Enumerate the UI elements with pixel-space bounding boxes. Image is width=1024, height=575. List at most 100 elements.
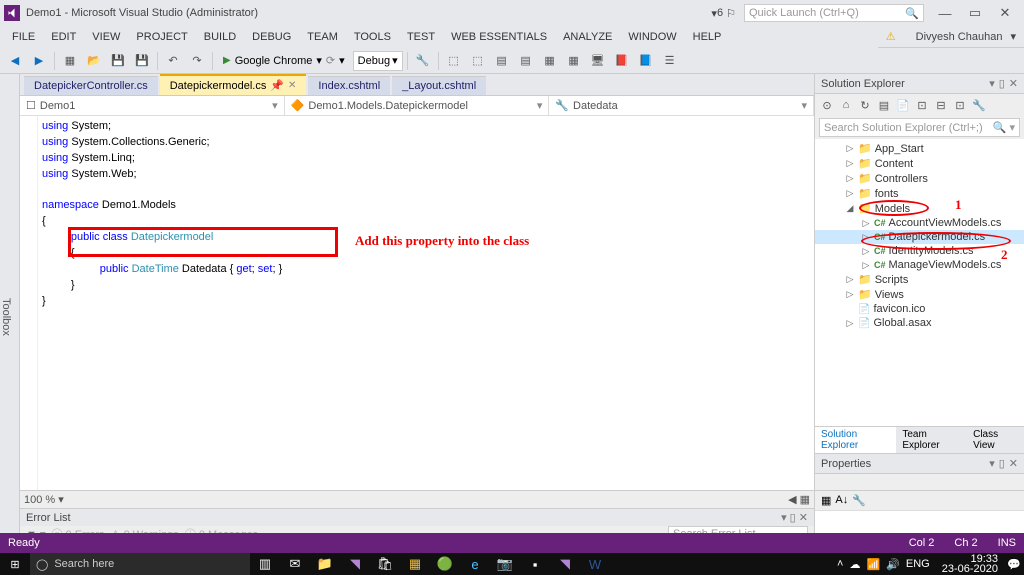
volume-icon[interactable]: 🔊 bbox=[886, 558, 900, 571]
start-button[interactable]: ⊞ bbox=[0, 558, 30, 571]
se-ic[interactable]: ⊡ bbox=[952, 97, 968, 113]
tb-icon8[interactable]: 🖥 bbox=[587, 50, 609, 72]
menu-team[interactable]: TEAM bbox=[299, 29, 346, 45]
menu-analyze[interactable]: ANALYZE bbox=[555, 29, 620, 45]
taskbar-clock[interactable]: 19:3323-06-2020 bbox=[936, 554, 1004, 574]
se-search-input[interactable]: Search Solution Explorer (Ctrl+;)🔍 ▾ bbox=[819, 118, 1020, 137]
tb-icon4[interactable]: ▤ bbox=[491, 50, 513, 72]
tree-item[interactable]: ▷App_Start bbox=[815, 141, 1024, 156]
tree-item[interactable]: ▷Content bbox=[815, 156, 1024, 171]
nav-class[interactable]: 🔶Demo1.Models.Datepickermodel▾ bbox=[285, 96, 550, 115]
solution-tree[interactable]: 1 2 ▷App_Start▷Content▷Controllers▷fonts… bbox=[815, 139, 1024, 426]
store-icon[interactable]: 🛍 bbox=[370, 553, 400, 575]
se-ic[interactable]: 🔧 bbox=[971, 97, 987, 113]
tb-icon6[interactable]: ▦ bbox=[539, 50, 561, 72]
undo-icon[interactable]: ↶ bbox=[162, 50, 184, 72]
menu-tools[interactable]: TOOLS bbox=[346, 29, 399, 45]
menu-window[interactable]: WINDOW bbox=[620, 29, 684, 45]
vs-icon[interactable]: ◥ bbox=[340, 553, 370, 575]
tree-item[interactable]: ▷C#ManageViewModels.cs bbox=[815, 258, 1024, 272]
user-bar[interactable]: ⚠Divyesh Chauhan ▾ bbox=[878, 26, 1024, 48]
tree-item[interactable]: ▷C#AccountViewModels.cs bbox=[815, 216, 1024, 230]
lang-indicator[interactable]: ENG bbox=[906, 558, 930, 570]
word-icon[interactable]: W bbox=[580, 553, 610, 575]
se-home-icon[interactable]: ⊙ bbox=[819, 97, 835, 113]
nav-back-icon[interactable]: ◀ bbox=[4, 50, 26, 72]
se-ic[interactable]: ↻ bbox=[857, 97, 873, 113]
tb-icon10[interactable]: 📘 bbox=[635, 50, 657, 72]
menu-edit[interactable]: EDIT bbox=[43, 29, 84, 45]
new-project-icon[interactable]: ▦ bbox=[59, 50, 81, 72]
pin-icon[interactable]: 📌 bbox=[270, 79, 284, 92]
cmd-icon[interactable]: ▪ bbox=[520, 553, 550, 575]
tb-icon[interactable]: 🔧 bbox=[412, 50, 434, 72]
close-icon[interactable]: ✕ bbox=[288, 80, 296, 91]
chrome-icon[interactable]: 🟢 bbox=[430, 553, 460, 575]
tray-up-icon[interactable]: ˄ bbox=[837, 558, 843, 570]
dropdown-icon[interactable]: ▾ bbox=[989, 77, 995, 90]
ssms-icon[interactable]: ▦ bbox=[400, 553, 430, 575]
system-tray[interactable]: ˄ ☁ 📶 🔊 ENG bbox=[831, 558, 936, 571]
menu-webessentials[interactable]: WEB ESSENTIALS bbox=[443, 29, 555, 45]
props-wrench-icon[interactable]: 🔧 bbox=[852, 494, 866, 507]
explorer-icon[interactable]: 📁 bbox=[310, 553, 340, 575]
edge-icon[interactable]: e bbox=[460, 553, 490, 575]
minimize-button[interactable]: — bbox=[930, 6, 960, 21]
maximize-button[interactable]: ▭ bbox=[960, 5, 990, 21]
props-combo[interactable] bbox=[815, 474, 1024, 491]
close-button[interactable]: ✕ bbox=[990, 5, 1020, 21]
redo-icon[interactable]: ↷ bbox=[186, 50, 208, 72]
tree-item[interactable]: ▷Scripts bbox=[815, 272, 1024, 287]
se-ic[interactable]: ⊟ bbox=[933, 97, 949, 113]
menu-help[interactable]: HELP bbox=[685, 29, 730, 45]
menu-build[interactable]: BUILD bbox=[196, 29, 244, 45]
task-view-icon[interactable]: ▥ bbox=[250, 553, 280, 575]
tree-item[interactable]: favicon.ico bbox=[815, 302, 1024, 316]
tab-datepickercontroller[interactable]: DatepickerController.cs bbox=[24, 76, 158, 95]
tab-team-explorer[interactable]: Team Explorer bbox=[896, 427, 967, 453]
tb-icon3[interactable]: ⬚ bbox=[467, 50, 489, 72]
menu-test[interactable]: TEST bbox=[399, 29, 443, 45]
nav-project[interactable]: ☐ Demo1▾ bbox=[20, 96, 285, 115]
vs2-icon[interactable]: ◥ bbox=[550, 553, 580, 575]
cloud-icon[interactable]: ☁ bbox=[849, 558, 860, 571]
toolbox-tab[interactable]: Toolbox bbox=[0, 74, 20, 553]
zoom-combo[interactable]: 100 % ▾ bbox=[24, 493, 64, 506]
camera-icon[interactable]: 📷 bbox=[490, 553, 520, 575]
props-cat-icon[interactable]: ▦ bbox=[821, 494, 831, 507]
se-ic[interactable]: ▤ bbox=[876, 97, 892, 113]
tree-item[interactable]: ▷Controllers bbox=[815, 171, 1024, 186]
tab-datepickermodel[interactable]: Datepickermodel.cs 📌✕ bbox=[160, 74, 307, 95]
se-ic[interactable]: ⌂ bbox=[838, 97, 854, 113]
tab-index[interactable]: Index.cshtml bbox=[308, 76, 390, 95]
menu-debug[interactable]: DEBUG bbox=[244, 29, 299, 45]
tb-icon5[interactable]: ▤ bbox=[515, 50, 537, 72]
nav-member[interactable]: 🔧Datedata▾ bbox=[549, 96, 814, 115]
tb-icon2[interactable]: ⬚ bbox=[443, 50, 465, 72]
mail-icon[interactable]: ✉ bbox=[280, 553, 310, 575]
notifications[interactable]: ▾6 ⚐ bbox=[711, 7, 736, 20]
tree-item[interactable]: ▷Global.asax bbox=[815, 316, 1024, 330]
tb-icon11[interactable]: ☰ bbox=[659, 50, 681, 72]
menu-file[interactable]: FILE bbox=[4, 29, 43, 45]
tab-class-view[interactable]: Class View bbox=[967, 427, 1024, 453]
open-icon[interactable]: 📂 bbox=[83, 50, 105, 72]
tree-item[interactable]: ▷fonts bbox=[815, 186, 1024, 201]
pin-icon[interactable]: ▯ bbox=[999, 77, 1005, 90]
se-ic[interactable]: ⊡ bbox=[914, 97, 930, 113]
wifi-icon[interactable]: 📶 bbox=[866, 558, 880, 571]
tb-icon9[interactable]: 📕 bbox=[611, 50, 633, 72]
tab-layout[interactable]: _Layout.cshtml bbox=[392, 76, 486, 95]
notif-icon[interactable]: 💬 bbox=[1004, 558, 1024, 571]
se-ic[interactable]: 📄 bbox=[895, 97, 911, 113]
tb-icon7[interactable]: ▦ bbox=[563, 50, 585, 72]
menu-view[interactable]: VIEW bbox=[84, 29, 128, 45]
config-combo[interactable]: Debug ▾ bbox=[353, 51, 403, 71]
save-all-icon[interactable]: 💾 bbox=[131, 50, 153, 72]
nav-fwd-icon[interactable]: ▶ bbox=[28, 50, 50, 72]
close-icon[interactable]: ✕ bbox=[1009, 77, 1018, 90]
tab-solution-explorer[interactable]: Solution Explorer bbox=[815, 427, 896, 453]
code-editor[interactable]: using System; using System.Collections.G… bbox=[20, 116, 814, 490]
save-icon[interactable]: 💾 bbox=[107, 50, 129, 72]
props-az-icon[interactable]: A↓ bbox=[835, 494, 848, 507]
